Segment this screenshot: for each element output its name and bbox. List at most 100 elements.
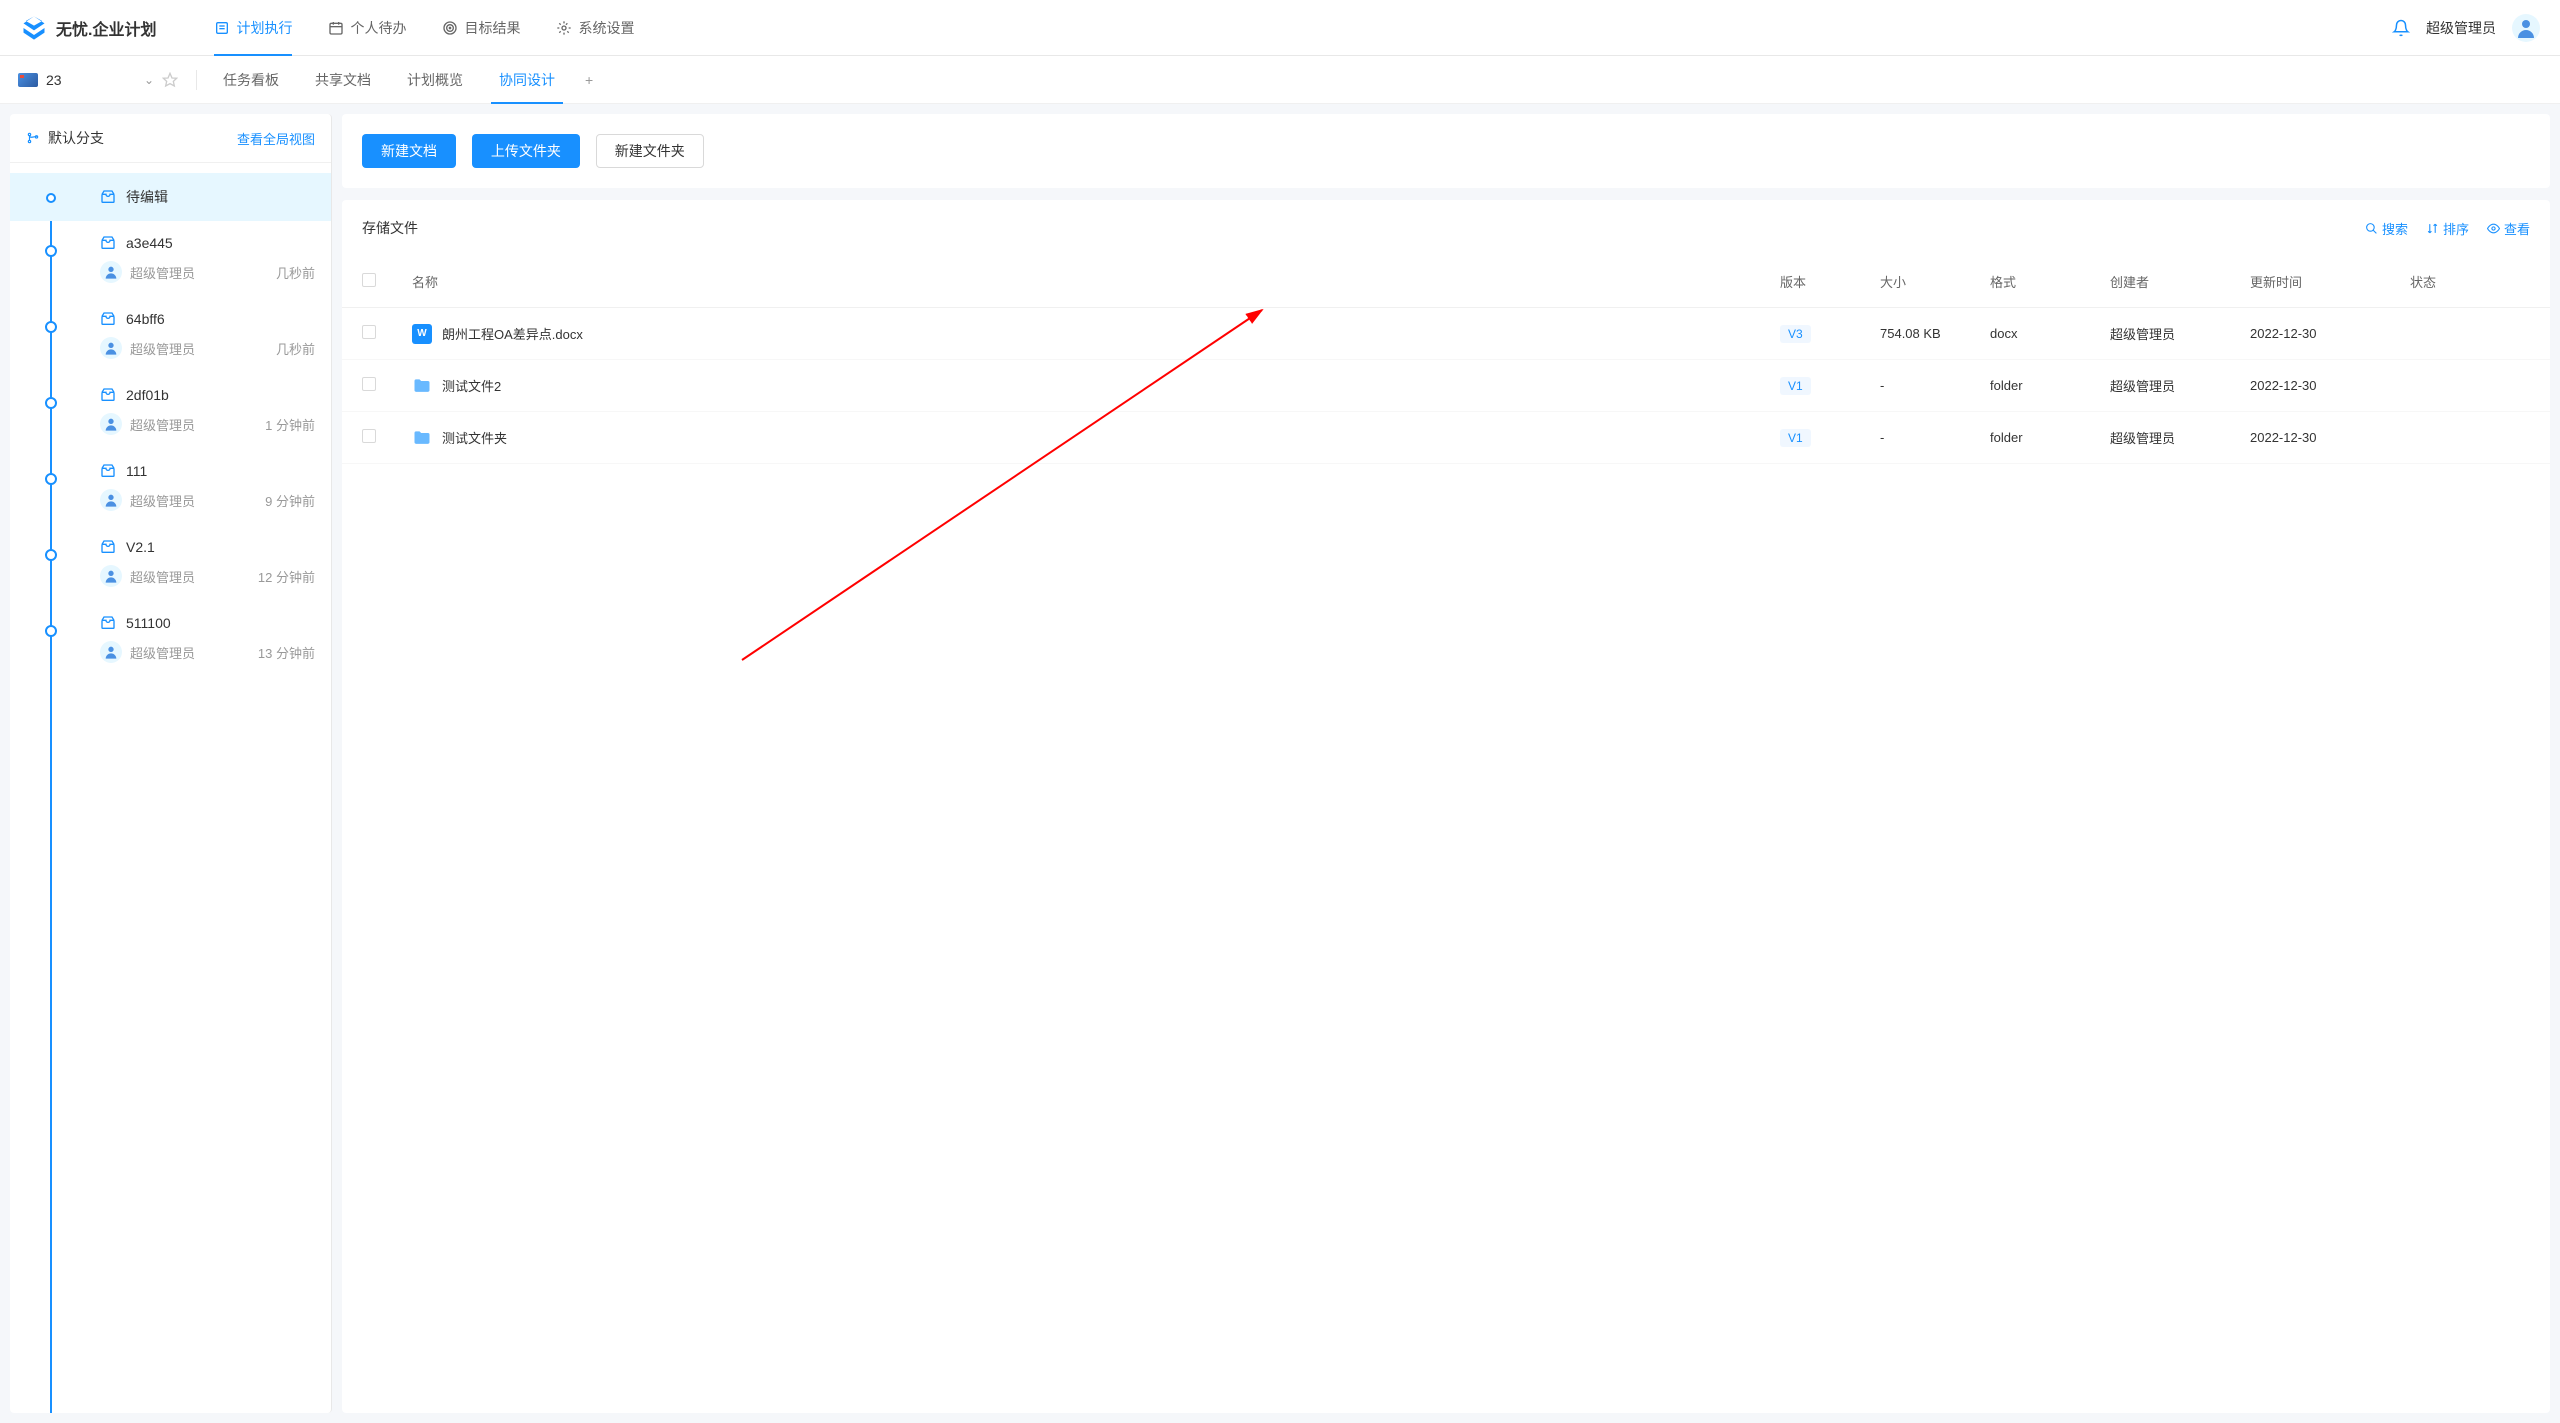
file-size: 754.08 KB [1880, 326, 1990, 341]
tab-collab-design[interactable]: 协同设计 [481, 56, 573, 104]
table-row[interactable]: W朗州工程OA差异点.docx V3 754.08 KB docx 超级管理员 … [342, 308, 2550, 360]
sidebar: 默认分支 查看全局视图 待编辑 a3e445 超级管理员 几秒前 [10, 114, 332, 1413]
app-header: 无忧.企业计划 计划执行 个人待办 目标结果 系统设置 超级管理员 [0, 0, 2560, 56]
upload-folder-button[interactable]: 上传文件夹 [472, 134, 580, 168]
file-size: - [1880, 430, 1990, 445]
calendar-icon [328, 20, 344, 36]
files-tools: 搜索 排序 查看 [2365, 219, 2530, 238]
timeline-item[interactable]: 511100 超级管理员 13 分钟前 [10, 601, 331, 677]
files-title: 存储文件 [362, 218, 418, 238]
file-name: 测试文件夹 [442, 428, 507, 447]
timeline-dot [45, 625, 57, 637]
tab-add[interactable]: + [573, 56, 605, 104]
app-name: 无忧.企业计划 [56, 16, 156, 40]
timeline-title: V2.1 [126, 539, 155, 555]
sort-icon [2426, 222, 2439, 235]
row-checkbox[interactable] [362, 429, 376, 443]
col-size: 大小 [1880, 272, 1990, 291]
logo[interactable]: 无忧.企业计划 [20, 14, 156, 42]
tab-shared-doc[interactable]: 共享文档 [297, 56, 389, 104]
timeline-item[interactable]: 2df01b 超级管理员 1 分钟前 [10, 373, 331, 449]
sort-tool[interactable]: 排序 [2426, 219, 2469, 238]
file-format: folder [1990, 378, 2110, 393]
nav-settings[interactable]: 系统设置 [538, 0, 652, 56]
tab-plan-overview[interactable]: 计划概览 [389, 56, 481, 104]
project-selector[interactable]: 23 ⌄ [8, 72, 188, 88]
timeline-user: 超级管理员 [130, 263, 195, 282]
row-checkbox[interactable] [362, 377, 376, 391]
bell-icon[interactable] [2392, 19, 2410, 37]
timeline-item[interactable]: V2.1 超级管理员 12 分钟前 [10, 525, 331, 601]
timeline-dot [45, 245, 57, 257]
view-tabs: 任务看板 共享文档 计划概览 协同设计 + [205, 56, 605, 104]
table-row[interactable]: 测试文件夹 V1 - folder 超级管理员 2022-12-30 [342, 412, 2550, 464]
logo-icon [20, 14, 48, 42]
divider [196, 70, 197, 90]
list-icon [214, 20, 230, 36]
timeline-title: 2df01b [126, 387, 169, 403]
content: 新建文档 上传文件夹 新建文件夹 存储文件 搜索 排序 [332, 104, 2560, 1423]
main: 默认分支 查看全局视图 待编辑 a3e445 超级管理员 几秒前 [0, 104, 2560, 1423]
inbox-icon [100, 235, 116, 251]
file-updated: 2022-12-30 [2250, 430, 2410, 445]
timeline-title: 511100 [126, 615, 171, 631]
timeline-user: 超级管理员 [130, 491, 195, 510]
timeline-time: 9 分钟前 [265, 491, 315, 510]
timeline: 待编辑 a3e445 超级管理员 几秒前 64bff6 超级管理员 几秒前 [10, 163, 331, 1413]
file-format: docx [1990, 326, 2110, 341]
avatar[interactable] [2512, 14, 2540, 42]
timeline-dot [45, 321, 57, 333]
timeline-item[interactable]: 111 超级管理员 9 分钟前 [10, 449, 331, 525]
col-creator: 创建者 [2110, 272, 2250, 291]
nav-todo[interactable]: 个人待办 [310, 0, 424, 56]
timeline-dot [45, 397, 57, 409]
nav-plan-exec[interactable]: 计划执行 [196, 0, 310, 56]
new-doc-button[interactable]: 新建文档 [362, 134, 456, 168]
avatar-icon [100, 641, 122, 663]
timeline-title: 111 [126, 463, 147, 479]
files-head: 存储文件 搜索 排序 查看 [342, 200, 2550, 256]
file-table: 名称 版本 大小 格式 创建者 更新时间 状态 W朗州工程OA差异点.docx … [342, 256, 2550, 464]
file-creator: 超级管理员 [2110, 376, 2250, 395]
timeline-dot [45, 473, 57, 485]
avatar-icon [100, 489, 122, 511]
table-row[interactable]: 测试文件2 V1 - folder 超级管理员 2022-12-30 [342, 360, 2550, 412]
file-creator: 超级管理员 [2110, 428, 2250, 447]
search-tool[interactable]: 搜索 [2365, 219, 2408, 238]
timeline-item[interactable]: 待编辑 [10, 173, 331, 221]
nav-target[interactable]: 目标结果 [424, 0, 538, 56]
version-tag[interactable]: V1 [1780, 377, 1811, 395]
avatar-icon [100, 565, 122, 587]
timeline-title: 待编辑 [126, 187, 168, 207]
timeline-item[interactable]: 64bff6 超级管理员 几秒前 [10, 297, 331, 373]
branch-name-wrap: 默认分支 [26, 128, 104, 148]
timeline-time: 12 分钟前 [258, 567, 315, 586]
select-all-checkbox[interactable] [362, 273, 376, 287]
project-icon [18, 73, 38, 87]
new-folder-button[interactable]: 新建文件夹 [596, 134, 704, 168]
tab-task-board[interactable]: 任务看板 [205, 56, 297, 104]
timeline-user: 超级管理员 [130, 567, 195, 586]
row-checkbox[interactable] [362, 325, 376, 339]
timeline-time: 13 分钟前 [258, 643, 315, 662]
view-tool[interactable]: 查看 [2487, 219, 2530, 238]
global-view-link[interactable]: 查看全局视图 [237, 129, 315, 148]
project-name: 23 [46, 72, 62, 88]
timeline-title: a3e445 [126, 235, 173, 251]
file-name: 测试文件2 [442, 376, 501, 395]
chevron-down-icon: ⌄ [144, 73, 154, 87]
col-updated: 更新时间 [2250, 272, 2410, 291]
timeline-dot [46, 193, 56, 203]
files-card: 存储文件 搜索 排序 查看 [342, 200, 2550, 1413]
current-user[interactable]: 超级管理员 [2426, 18, 2496, 38]
timeline-title: 64bff6 [126, 311, 165, 327]
file-updated: 2022-12-30 [2250, 326, 2410, 341]
inbox-icon [100, 189, 116, 205]
timeline-item[interactable]: a3e445 超级管理员 几秒前 [10, 221, 331, 297]
timeline-user: 超级管理员 [130, 339, 195, 358]
branch-name: 默认分支 [48, 128, 104, 148]
version-tag[interactable]: V3 [1780, 325, 1811, 343]
version-tag[interactable]: V1 [1780, 429, 1811, 447]
star-icon[interactable] [162, 72, 178, 88]
table-head: 名称 版本 大小 格式 创建者 更新时间 状态 [342, 256, 2550, 308]
